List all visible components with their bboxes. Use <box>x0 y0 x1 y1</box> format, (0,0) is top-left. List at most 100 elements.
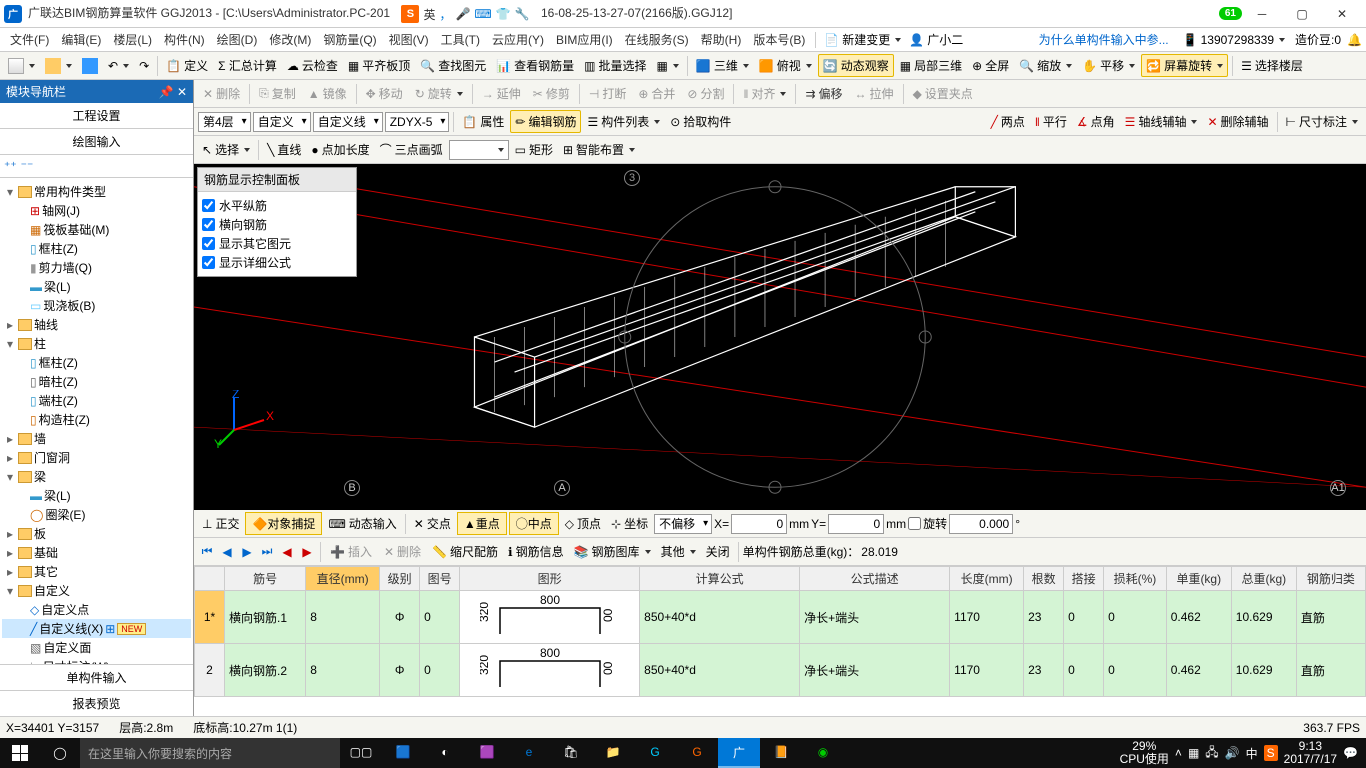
save-file-button[interactable] <box>78 56 102 76</box>
del-aux-btn[interactable]: ✕删除辅轴 <box>1203 111 1272 132</box>
pan-button[interactable]: ✋平移 <box>1078 55 1139 76</box>
nav-last[interactable]: ⏭ <box>258 543 276 561</box>
smart-layout-btn[interactable]: ⊞智能布置 <box>559 139 639 160</box>
nav-next-err[interactable]: ▶ <box>298 543 316 561</box>
delete-row-btn[interactable]: ✕删除 <box>379 541 426 562</box>
menu-member[interactable]: 构件(N) <box>158 29 211 50</box>
redo-button[interactable]: ↷ <box>135 57 153 75</box>
menu-help[interactable]: 帮助(H) <box>695 29 748 50</box>
table-row[interactable]: 2横向钢筋.28Φ080032000850+40*d净长+端头117023000… <box>195 644 1366 697</box>
close-button[interactable]: ✕ <box>1322 1 1362 27</box>
offset-select[interactable]: 不偏移 <box>654 514 712 534</box>
arc3-btn[interactable]: ⌒三点画弧 <box>376 139 447 160</box>
tree-beam-l[interactable]: ▬梁(L) <box>2 486 191 505</box>
nav-prev[interactable]: ◀ <box>218 543 236 561</box>
col-tw[interactable]: 总重(kg) <box>1231 567 1296 591</box>
task-app-2[interactable]: ◐ <box>424 738 466 768</box>
tree-constr-col[interactable]: ▯构造柱(Z) <box>2 410 191 429</box>
tree-common-types[interactable]: ▾常用构件类型 <box>2 182 191 201</box>
menu-modify[interactable]: 修改(M) <box>263 29 317 50</box>
break-btn[interactable]: ⊣打断 <box>584 83 631 104</box>
ime-lang[interactable]: 英 <box>423 6 435 23</box>
open-file-button[interactable] <box>41 56 76 76</box>
copy-btn[interactable]: ⎘复制 <box>254 83 301 104</box>
define-button[interactable]: 📋定义 <box>162 55 212 76</box>
collapse-icon[interactable]: ⁻⁻ <box>21 159 34 173</box>
snap-btn[interactable]: 🔶对象捕捉 <box>245 512 322 535</box>
edit-rebar-btn[interactable]: ✏编辑钢筋 <box>510 110 581 133</box>
category-select[interactable]: 自定义 <box>253 112 311 132</box>
tree-custom-line[interactable]: ╱自定义线(X)⊞NEW <box>2 619 191 638</box>
name-select[interactable]: ZDYX-5 <box>385 112 450 132</box>
pick-member-btn[interactable]: ⊙拾取构件 <box>666 111 735 132</box>
ime-skin-icon[interactable]: 👕 <box>496 7 511 21</box>
col-lap[interactable]: 搭接 <box>1064 567 1104 591</box>
tree-custom-point[interactable]: ◇自定义点 <box>2 600 191 619</box>
rebar-info-btn[interactable]: ℹ钢筋信息 <box>504 541 568 562</box>
tree-custom-face[interactable]: ▧自定义面 <box>2 638 191 657</box>
zoom-button[interactable]: 🔍缩放 <box>1015 55 1076 76</box>
task-view-icon[interactable]: ▢▢ <box>340 738 382 768</box>
trim-btn[interactable]: ✂修剪 <box>528 83 575 104</box>
task-app-current[interactable]: 广 <box>718 738 760 768</box>
notification-badge[interactable]: 61 <box>1219 7 1242 20</box>
tree-axis-group[interactable]: ▸轴线 <box>2 315 191 334</box>
view-iso-button[interactable]: 🟧俯视 <box>755 55 816 76</box>
tray-chevron-icon[interactable]: ˄ <box>1175 746 1182 760</box>
split-btn[interactable]: ⊘分割 <box>682 83 729 104</box>
task-app-5[interactable]: G <box>676 738 718 768</box>
fullscreen-button[interactable]: ⊕全屏 <box>968 55 1013 76</box>
find-drawing-button[interactable]: 🔍查找图元 <box>416 55 490 76</box>
tree-frame-col[interactable]: ▯框柱(Z) <box>2 239 191 258</box>
hint-link[interactable]: 为什么单构件输入中参... <box>1035 29 1173 50</box>
tree-dim-annotation[interactable]: ⊢尺寸标注(W) <box>2 657 191 664</box>
tree-slab[interactable]: ▭现浇板(B) <box>2 296 191 315</box>
menu-rebar[interactable]: 钢筋量(Q) <box>317 29 382 50</box>
ime-mic-icon[interactable]: 🎤 <box>455 7 470 21</box>
col-count[interactable]: 根数 <box>1024 567 1064 591</box>
ime-tool-icon[interactable]: 🔧 <box>515 7 530 21</box>
task-store[interactable]: 🛍 <box>550 738 592 768</box>
rebar-lib-btn[interactable]: 📚钢筋图库 <box>570 541 655 562</box>
point-len-btn[interactable]: ●点加长度 <box>307 139 373 160</box>
rebar-check-2[interactable]: 显示其它图元 <box>202 234 352 253</box>
new-file-button[interactable] <box>4 56 39 76</box>
tree-custom-group[interactable]: ▾自定义 <box>2 581 191 600</box>
rotate-check[interactable] <box>908 517 921 530</box>
task-app-6[interactable]: 📙 <box>760 738 802 768</box>
batch-select-button[interactable]: ▥批量选择 <box>580 55 650 76</box>
rotate-btn[interactable]: ↻旋转 <box>410 83 468 104</box>
merge-btn[interactable]: ⊕合并 <box>633 83 680 104</box>
col-formula[interactable]: 计算公式 <box>640 567 800 591</box>
nav-first[interactable]: ⏮ <box>198 543 216 561</box>
cloud-check-button[interactable]: ☁云检查 <box>283 55 342 76</box>
user-button[interactable]: 👤广小二 <box>905 29 967 50</box>
tree-dark-col[interactable]: ▯暗柱(Z) <box>2 372 191 391</box>
tree-ring-beam[interactable]: ◯圈梁(E) <box>2 505 191 524</box>
nav-next[interactable]: ▶ <box>238 543 256 561</box>
arc-combo[interactable] <box>449 140 509 160</box>
expand-icon[interactable]: ⁺⁺ <box>4 159 17 173</box>
select-floor-button[interactable]: ☰选择楼层 <box>1237 55 1307 76</box>
ime-keyboard-icon[interactable]: ⌨ <box>474 7 491 21</box>
undo-button[interactable]: ↶ <box>104 57 133 75</box>
tray-notifications-icon[interactable]: 💬 <box>1343 746 1358 760</box>
start-button[interactable] <box>0 738 40 768</box>
local-3d-button[interactable]: ▦局部三维 <box>896 55 966 76</box>
type-select[interactable]: 自定义线 <box>313 112 383 132</box>
tray-clock[interactable]: 9:132017/7/17 <box>1284 740 1337 766</box>
col-dia[interactable]: 直径(mm) <box>306 567 380 591</box>
align-btn[interactable]: ‖对齐 <box>738 83 791 104</box>
col-desc[interactable]: 公式描述 <box>800 567 950 591</box>
menu-edit[interactable]: 编辑(E) <box>55 29 107 50</box>
tree-other-group[interactable]: ▸其它 <box>2 562 191 581</box>
task-app-7[interactable]: ◉ <box>802 738 844 768</box>
rebar-check-3[interactable]: 显示详细公式 <box>202 253 352 272</box>
bell-icon[interactable]: 🔔 <box>1347 33 1362 47</box>
dyn-observe-button[interactable]: 🔄动态观察 <box>818 54 894 77</box>
tray-ime[interactable]: 中 <box>1246 745 1258 762</box>
ime-icon[interactable]: S <box>401 5 419 23</box>
menu-floor[interactable]: 楼层(L) <box>107 29 158 50</box>
tab-report-preview[interactable]: 报表预览 <box>0 690 193 716</box>
ime-punct-icon[interactable]: ， <box>439 6 451 23</box>
